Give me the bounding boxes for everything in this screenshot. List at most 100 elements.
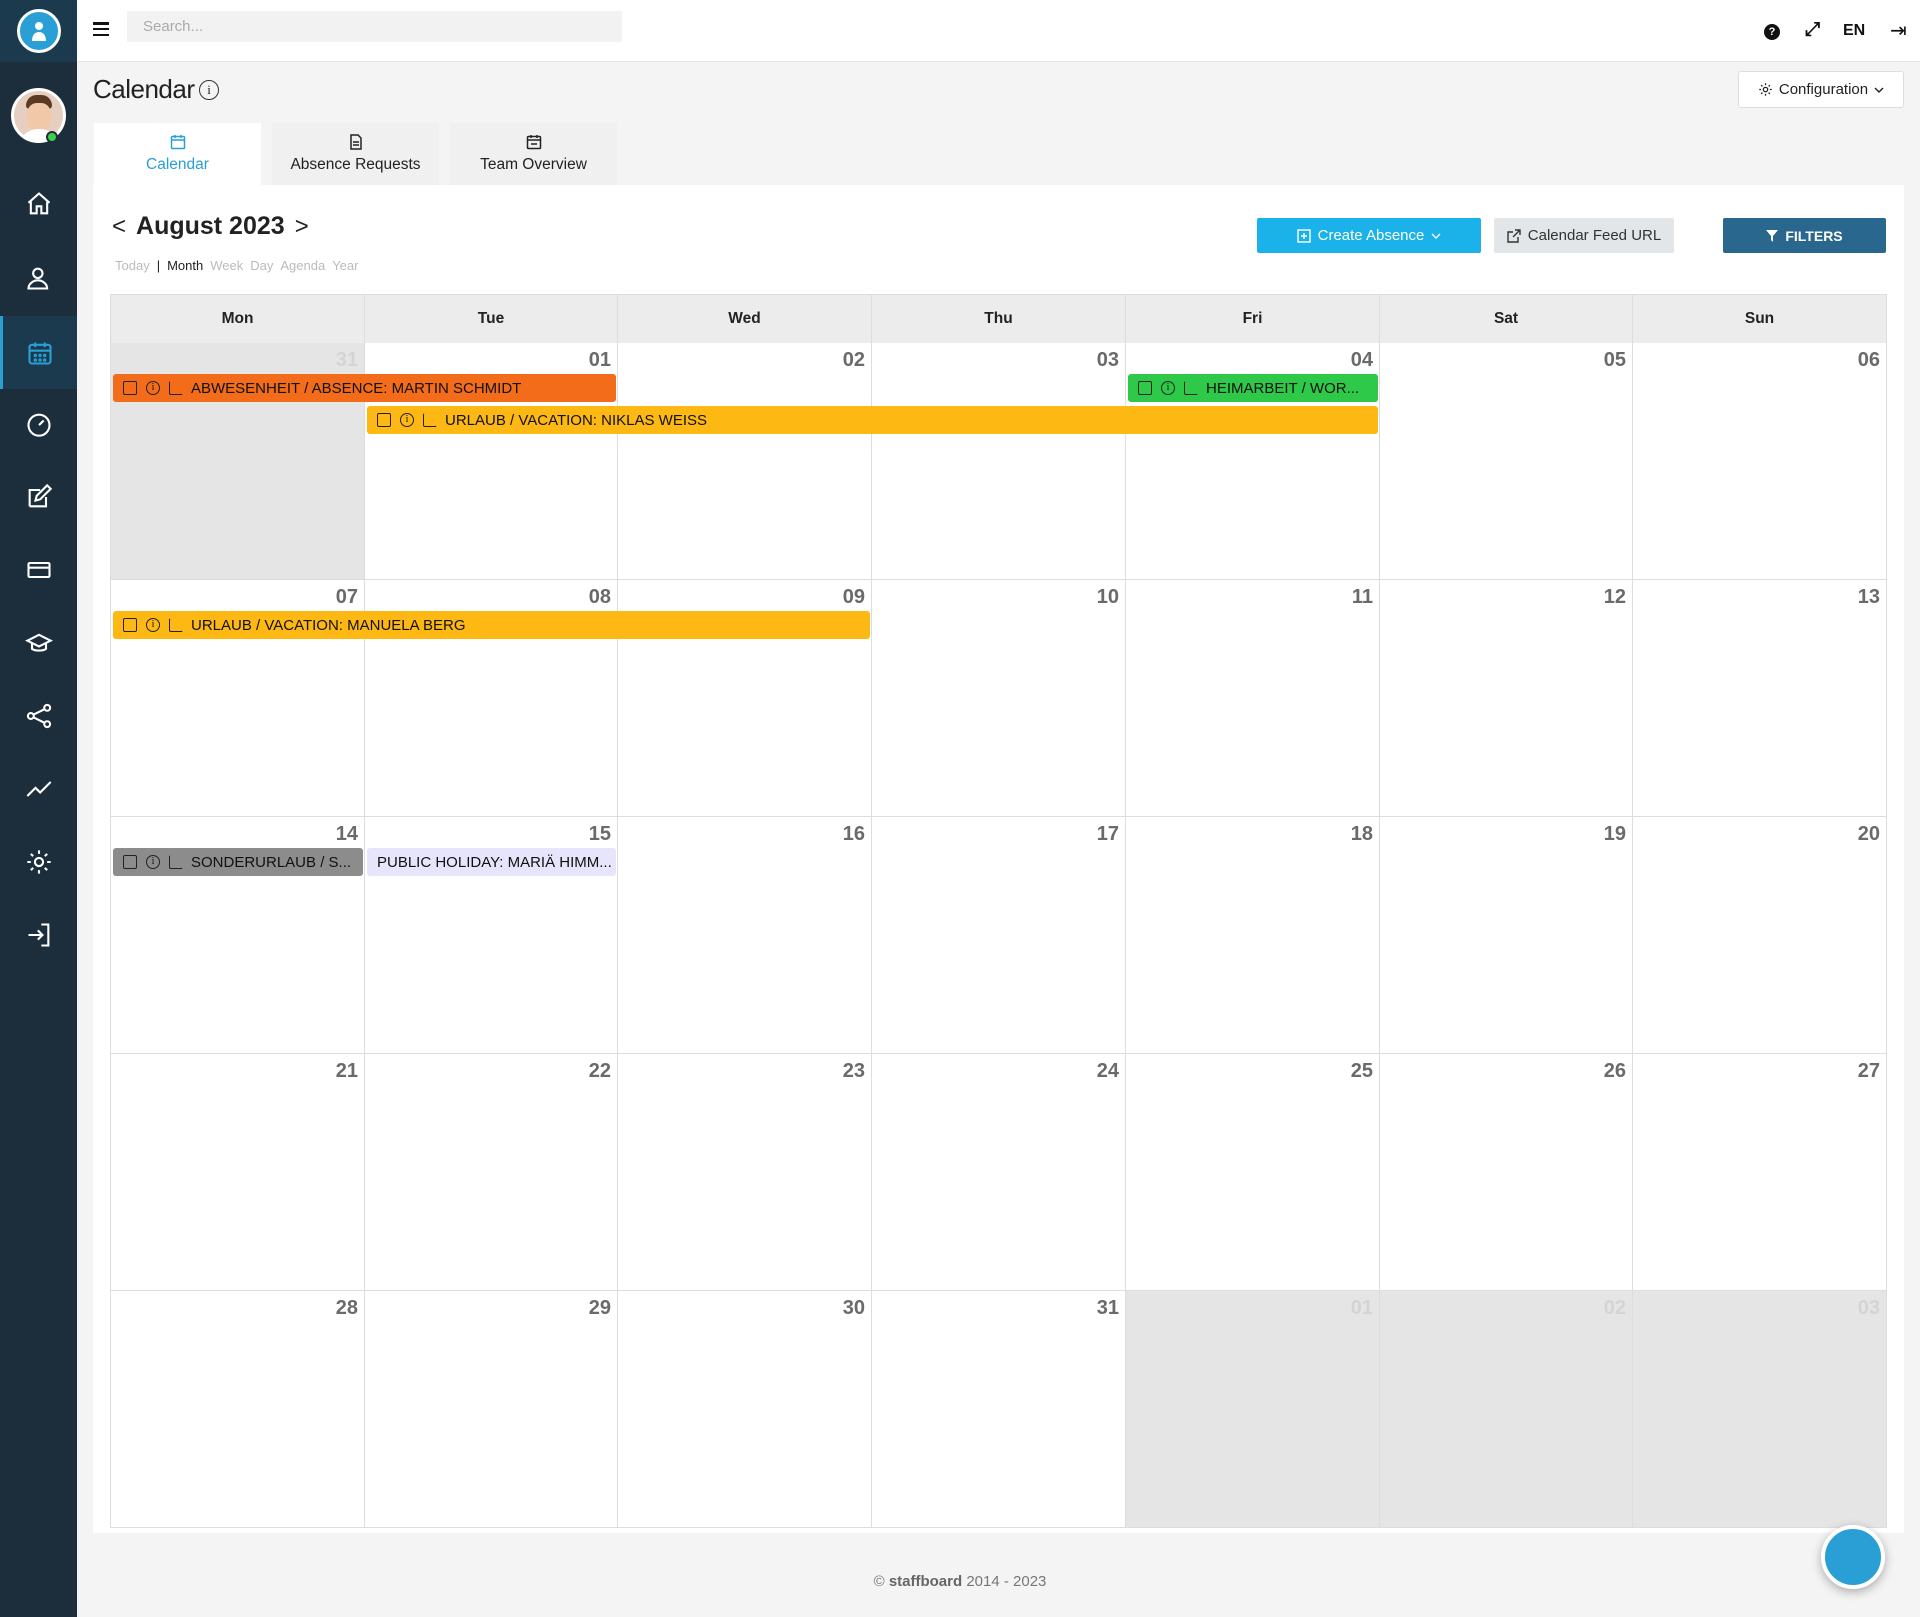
day-number[interactable]: 03 — [1097, 349, 1119, 372]
open-link-icon[interactable] — [423, 413, 437, 427]
day-number[interactable]: 17 — [1097, 823, 1119, 846]
day-number[interactable]: 12 — [1604, 586, 1626, 609]
edit-icon[interactable] — [1138, 381, 1152, 395]
day-cell[interactable]: 23 — [618, 1054, 872, 1291]
nav-settings[interactable] — [0, 825, 77, 898]
day-cell[interactable]: 18 — [1126, 817, 1380, 1054]
expand-icon[interactable]: ⤢ — [1805, 19, 1820, 41]
day-number[interactable]: 22 — [589, 1060, 611, 1083]
calendar-event[interactable]: i URLAUB / VACATION: MANUELA BERG — [113, 611, 870, 639]
info-icon[interactable]: i — [146, 381, 160, 395]
day-cell[interactable]: 21 — [111, 1054, 365, 1291]
day-number[interactable]: 02 — [1604, 1297, 1626, 1320]
help-icon[interactable]: ? — [1764, 24, 1780, 40]
day-number[interactable]: 25 — [1351, 1060, 1373, 1083]
day-number[interactable]: 20 — [1858, 823, 1880, 846]
info-icon[interactable]: i — [146, 618, 160, 632]
tab-absence-requests[interactable]: Absence Requests — [272, 123, 439, 185]
day-number[interactable]: 01 — [1351, 1297, 1373, 1320]
nav-payments[interactable] — [0, 533, 77, 606]
day-number[interactable]: 06 — [1858, 349, 1880, 372]
tab-calendar[interactable]: Calendar — [94, 123, 261, 185]
open-link-icon[interactable] — [169, 381, 183, 395]
edit-icon[interactable] — [123, 381, 137, 395]
day-number[interactable]: 24 — [1097, 1060, 1119, 1083]
day-number[interactable]: 23 — [843, 1060, 865, 1083]
create-absence-button[interactable]: Create Absence — [1257, 218, 1481, 253]
nav-time-tracking[interactable] — [0, 387, 77, 460]
day-cell[interactable]: 03 — [1633, 1291, 1887, 1528]
day-cell[interactable]: 24 — [872, 1054, 1126, 1291]
info-icon[interactable]: i — [1161, 381, 1175, 395]
day-cell[interactable]: 02 — [618, 343, 872, 580]
day-cell[interactable]: 05 — [1380, 343, 1633, 580]
day-cell[interactable]: 11 — [1126, 580, 1380, 817]
nav-logout[interactable] — [0, 898, 77, 971]
day-number[interactable]: 10 — [1097, 586, 1119, 609]
calendar-feed-url-button[interactable]: Calendar Feed URL — [1494, 218, 1674, 253]
view-month[interactable]: Month — [167, 258, 203, 273]
day-cell[interactable]: 02 — [1380, 1291, 1633, 1528]
day-number[interactable]: 08 — [589, 586, 611, 609]
day-number[interactable]: 04 — [1351, 349, 1373, 372]
info-icon[interactable]: i — [400, 413, 414, 427]
view-week[interactable]: Week — [210, 258, 243, 273]
day-number[interactable]: 09 — [843, 586, 865, 609]
day-cell[interactable]: 16 — [618, 817, 872, 1054]
day-number[interactable]: 03 — [1858, 1297, 1880, 1320]
view-today[interactable]: Today — [115, 258, 150, 273]
edit-icon[interactable] — [377, 413, 391, 427]
previous-month-button[interactable]: < — [112, 213, 126, 241]
open-link-icon[interactable] — [169, 618, 183, 632]
day-number[interactable]: 18 — [1351, 823, 1373, 846]
day-cell[interactable]: 30 — [618, 1291, 872, 1528]
nav-training[interactable] — [0, 606, 77, 679]
nav-reports[interactable] — [0, 752, 77, 825]
day-number[interactable]: 19 — [1604, 823, 1626, 846]
day-cell[interactable]: 28 — [111, 1291, 365, 1528]
day-number[interactable]: 02 — [843, 349, 865, 372]
day-number[interactable]: 11 — [1352, 586, 1373, 609]
day-number[interactable]: 30 — [843, 1297, 865, 1320]
nav-home[interactable] — [0, 167, 77, 240]
open-link-icon[interactable] — [1184, 381, 1198, 395]
day-cell[interactable]: 13 — [1633, 580, 1887, 817]
day-cell[interactable]: 17 — [872, 817, 1126, 1054]
day-number[interactable]: 13 — [1858, 586, 1880, 609]
configuration-button[interactable]: Configuration — [1738, 71, 1904, 108]
calendar-event[interactable]: PUBLIC HOLIDAY: MARIÄ HIMM... — [367, 848, 616, 876]
day-number[interactable]: 16 — [843, 823, 865, 846]
nav-edit[interactable] — [0, 460, 77, 533]
open-link-icon[interactable] — [169, 855, 183, 869]
tab-team-overview[interactable]: Team Overview — [450, 123, 617, 185]
day-cell[interactable]: 22 — [365, 1054, 618, 1291]
day-number[interactable]: 15 — [589, 823, 611, 846]
nav-calendar[interactable] — [0, 316, 77, 389]
view-year[interactable]: Year — [332, 258, 358, 273]
calendar-event[interactable]: i ABWESENHEIT / ABSENCE: MARTIN SCHMIDT — [113, 374, 616, 402]
day-cell[interactable]: 06 — [1633, 343, 1887, 580]
day-cell[interactable]: 20 — [1633, 817, 1887, 1054]
search-input[interactable] — [127, 11, 622, 42]
day-number[interactable]: 31 — [336, 349, 358, 372]
calendar-event[interactable]: i HEIMARBEIT / WOR... — [1128, 374, 1378, 402]
calendar-event[interactable]: i SONDERURLAUB / S... — [113, 848, 363, 876]
day-cell[interactable]: 25 — [1126, 1054, 1380, 1291]
day-cell[interactable]: 27 — [1633, 1054, 1887, 1291]
logout-icon[interactable]: ⇥ — [1890, 18, 1907, 43]
calendar-event[interactable]: i URLAUB / VACATION: NIKLAS WEISS — [367, 406, 1378, 434]
day-cell[interactable]: 12 — [1380, 580, 1633, 817]
day-number[interactable]: 29 — [589, 1297, 611, 1320]
info-icon[interactable]: i — [146, 855, 160, 869]
day-number[interactable]: 05 — [1604, 349, 1626, 372]
day-number[interactable]: 27 — [1858, 1060, 1880, 1083]
day-cell[interactable]: 29 — [365, 1291, 618, 1528]
logo[interactable] — [0, 0, 77, 62]
day-cell[interactable]: 31 — [872, 1291, 1126, 1528]
day-number[interactable]: 07 — [336, 586, 358, 609]
day-number[interactable]: 31 — [1097, 1297, 1119, 1320]
day-cell[interactable]: 01 — [1126, 1291, 1380, 1528]
view-day[interactable]: Day — [250, 258, 273, 273]
day-cell[interactable]: 19 — [1380, 817, 1633, 1054]
day-number[interactable]: 01 — [589, 349, 611, 372]
